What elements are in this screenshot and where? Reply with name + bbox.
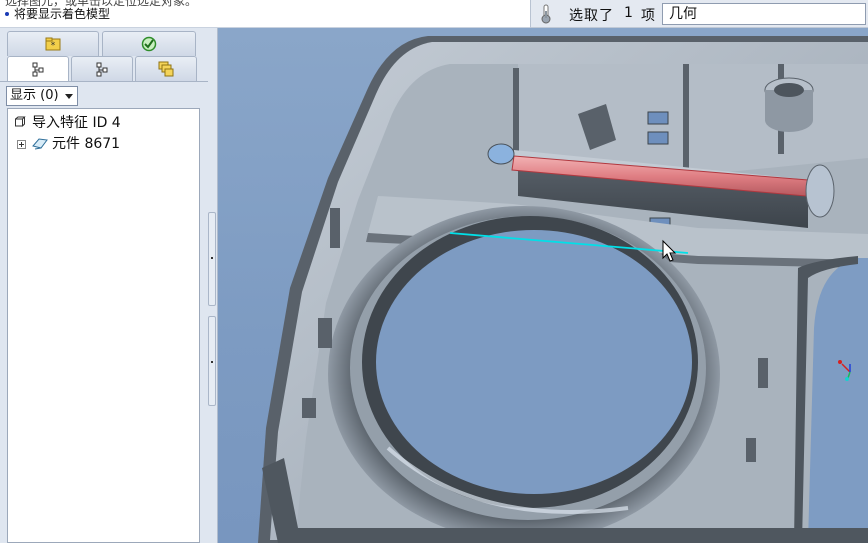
navigator-panel: * 显示 (0) 导入特征 ID 4 元件 8671: [0, 28, 208, 543]
tab-favorites[interactable]: [102, 31, 196, 56]
component-icon: [32, 138, 48, 150]
right-rib-1: [758, 358, 768, 388]
panel-sash[interactable]: [208, 28, 218, 543]
tree-item-label: 元件 8671: [52, 136, 121, 152]
graphics-viewport[interactable]: [218, 28, 868, 543]
selected-label: 选取了: [569, 8, 614, 24]
selection-status-bar: 选取了 1 项 几何: [530, 0, 868, 28]
model-tree-icon: [32, 62, 44, 77]
favorites-icon: [141, 36, 157, 52]
boss-hole: [774, 83, 804, 97]
selected-unit: 项: [641, 8, 655, 24]
message-text: 将要显示着色模型: [14, 7, 111, 21]
folder-browser-icon: [158, 61, 174, 77]
tree-item-component[interactable]: 元件 8671: [8, 134, 198, 154]
tab-divider: [0, 81, 208, 82]
tab-layer-tree[interactable]: [71, 56, 133, 81]
show-dropdown-label: 显示 (0): [10, 88, 59, 103]
svg-text:*: *: [51, 41, 56, 51]
back-window-2: [647, 131, 669, 145]
expand-plus-icon[interactable]: [17, 140, 26, 149]
left-rib-1: [330, 208, 340, 248]
message-line-current: 将要显示着色模型: [5, 7, 110, 21]
folder-star-icon: *: [45, 37, 61, 51]
tab-folder-star[interactable]: *: [7, 31, 99, 56]
bullet-icon: [5, 12, 9, 16]
big-opening: [376, 230, 692, 494]
regeneration-thermometer-icon[interactable]: [539, 4, 553, 24]
selected-count: 1: [624, 5, 633, 21]
model-tree: 导入特征 ID 4 元件 8671: [7, 108, 200, 543]
tree-item-imported-feature[interactable]: 导入特征 ID 4: [8, 113, 198, 133]
cylinder-end: [805, 164, 835, 218]
tree-item-label: 导入特征 ID 4: [32, 115, 121, 131]
part-icon: [15, 116, 26, 127]
small-dome: [487, 143, 515, 165]
layer-tree-icon: [96, 62, 108, 77]
sash-handle-upper[interactable]: [208, 212, 216, 306]
right-rib-2: [746, 438, 756, 462]
left-rib-2: [318, 318, 332, 348]
show-dropdown-button[interactable]: 显示 (0): [6, 86, 78, 106]
left-rib-3: [302, 398, 316, 418]
tab-folder-browser[interactable]: [135, 56, 197, 81]
message-area: 选择图元，或单击以定位选定对象。 将要显示着色模型: [0, 0, 530, 28]
chevron-down-icon: [65, 94, 73, 99]
sash-handle-lower[interactable]: [208, 316, 216, 406]
tab-model-tree[interactable]: [7, 56, 69, 82]
back-window-1: [647, 111, 669, 125]
selection-filter-dropdown[interactable]: 几何: [662, 3, 866, 25]
cad-model[interactable]: [218, 28, 868, 543]
back-rib-2: [683, 64, 689, 176]
